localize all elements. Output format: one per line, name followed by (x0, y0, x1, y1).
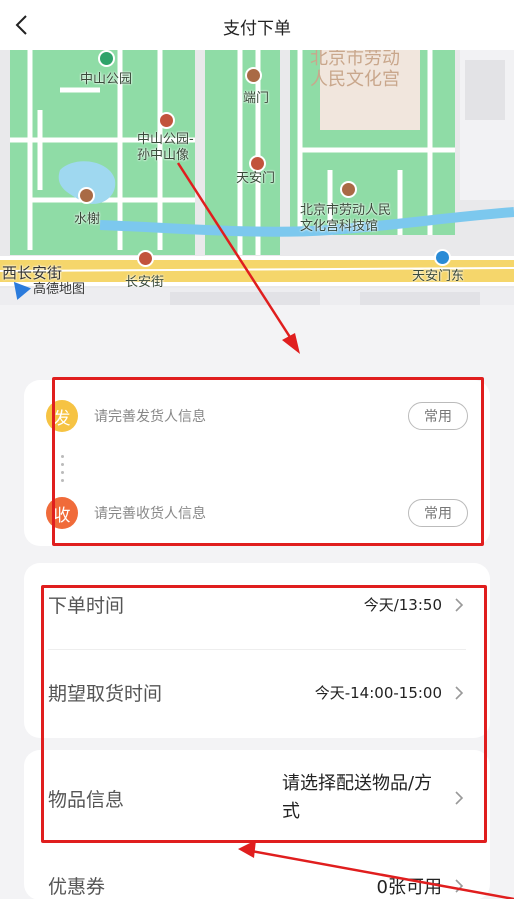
statue-marker-icon (158, 112, 175, 129)
subway-icon (434, 249, 451, 266)
map-label-changan: 长安街 (125, 275, 165, 290)
map-label-water-pavilion: 水榭 (74, 212, 101, 227)
chevron-right-icon (455, 878, 464, 893)
street-marker-icon (137, 250, 154, 267)
map-label-duanmen: 端门 (243, 91, 270, 106)
top-bar: 支付下单 (0, 0, 514, 50)
page-title: 支付下单 (223, 19, 291, 39)
map-provider-label: 高德地图 (33, 282, 86, 297)
pavilion-marker-icon (78, 187, 95, 204)
coupon-row[interactable]: 优惠券 0张可用 (48, 872, 466, 899)
gate-marker-icon (245, 67, 262, 84)
arrow-head-icon (282, 333, 300, 354)
map-label-zhongshan-park: 中山公园 (80, 72, 133, 87)
park-marker-icon (98, 50, 115, 67)
museum-marker-icon (340, 181, 357, 198)
annotation-box-order (41, 585, 487, 843)
coupon-value: 0张可用 (376, 876, 442, 898)
map-label-culture-palace: 北京市劳动 人民文化宫 (310, 50, 400, 90)
map-label-culture-science: 北京市劳动人民 文化宫科技馆 (300, 203, 392, 234)
coupon-label: 优惠券 (48, 876, 106, 898)
map-label-tiananmen-east: 天安门东 (412, 269, 465, 284)
map-provider-logo: 高德地图 (6, 275, 86, 300)
map-label-sun-statue: 中山公园- 孙中山像 (137, 132, 194, 163)
navigation-arrow-icon (6, 275, 32, 300)
map-label-tiananmen: 天安门 (236, 171, 276, 186)
annotation-box-address (52, 377, 484, 546)
map-view[interactable]: 中山公园 端门 北京市劳动 人民文化宫 中山公园- 孙中山像 天安门 水榭 北京… (0, 50, 514, 305)
